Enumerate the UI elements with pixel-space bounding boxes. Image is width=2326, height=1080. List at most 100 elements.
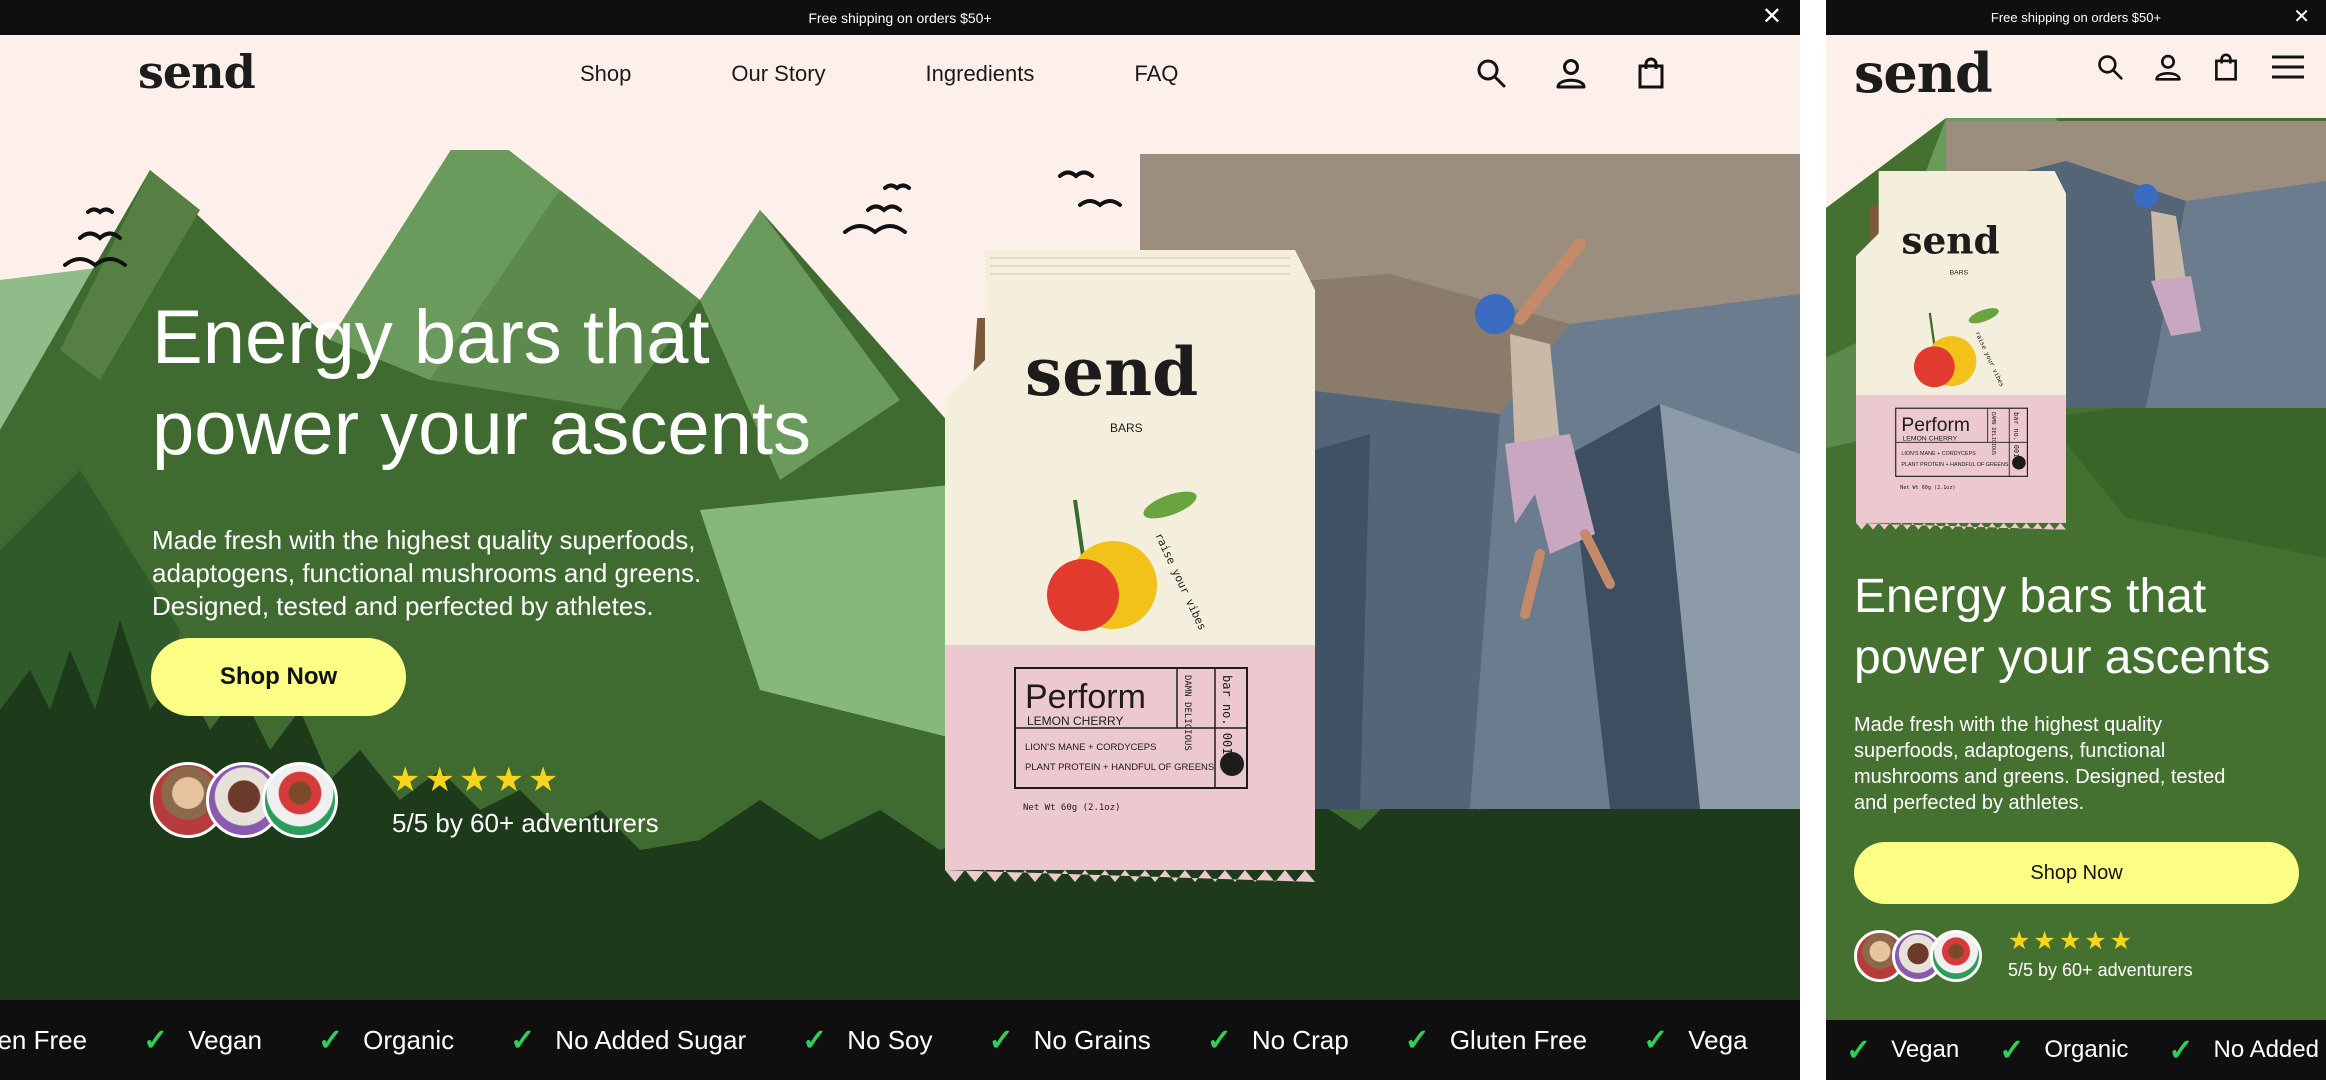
site-header: send Shop Our Story Ingredients FAQ <box>0 35 1800 150</box>
check-icon: ✓ <box>1206 1023 1232 1057</box>
main-nav: Shop Our Story Ingredients FAQ <box>580 61 1178 87</box>
ticker-label: No Grains <box>1033 1024 1151 1055</box>
check-icon: ✓ <box>317 1023 344 1057</box>
check-icon: ✓ <box>143 1023 169 1057</box>
ticker-item: ✓ Vega <box>1643 1023 1747 1058</box>
pack-weight: Net Wt 60g (2.1oz) <box>1023 803 1121 813</box>
mobile-view: Free shipping on orders $50+ ✕ send send… <box>1826 0 2326 1080</box>
hero-title: Energy bars that power your ascents <box>1854 570 2271 685</box>
check-icon: ✓ <box>988 1023 1014 1057</box>
pack-name: Perform <box>1901 415 1970 436</box>
ticker-item: ✓ No Crap <box>1207 1023 1349 1058</box>
pack-batch: bar no. 001 <box>1220 675 1234 754</box>
hero-title: Energy bars that power your ascents <box>152 295 811 472</box>
announcement-text: Free shipping on orders $50+ <box>1990 10 2162 25</box>
ticker-label: No Soy <box>847 1024 933 1055</box>
check-icon: ✓ <box>1999 1033 2025 1067</box>
pack-name: Perform <box>1025 678 1146 716</box>
ticker-item: luten Free <box>0 1023 87 1058</box>
product-pack: send BARS raise your vibes Perform LEMON… <box>945 250 1315 882</box>
pack-batch: bar no. 001 <box>2012 412 2020 457</box>
logo[interactable]: send <box>138 45 256 99</box>
avatar <box>1930 930 1982 982</box>
ticker-label: No Added <box>2213 1036 2319 1063</box>
announcement-text: Free shipping on orders $50+ <box>808 9 992 26</box>
check-icon: ✓ <box>2168 1033 2194 1067</box>
pack-bars-label: BARS <box>1110 421 1143 435</box>
ticker-item: ✓ Organic <box>318 1023 454 1058</box>
bag-icon[interactable] <box>2212 53 2240 81</box>
nav-shop[interactable]: Shop <box>580 61 631 87</box>
pack-side-text: DAMN DELICIOUS <box>1990 412 1996 455</box>
shop-now-button[interactable]: Shop Now <box>1854 842 2299 904</box>
pack-bars-label: BARS <box>1950 269 1969 276</box>
pack-ingredients-2: PLANT PROTEIN + HANDFUL OF GREENS <box>1025 762 1214 773</box>
ticker-item: ✓ No Added <box>2168 1033 2319 1068</box>
header-icons <box>1475 57 1667 89</box>
ticker-item: ✓ No Added Sugar <box>510 1023 746 1058</box>
rating-text: 5/5 by 60+ adventurers <box>2008 960 2193 980</box>
ticker-label: Vegan <box>1891 1036 1960 1063</box>
ticker-label: No Added Sugar <box>555 1024 747 1055</box>
ticker-label: Vegan <box>188 1024 262 1055</box>
ticker-label: No Crap <box>1251 1024 1349 1055</box>
rating-stars: ★★★★★ <box>390 761 563 799</box>
ticker-item: ✓ Organic <box>1999 1033 2128 1068</box>
close-icon[interactable]: ✕ <box>2293 5 2310 29</box>
ticker-label: Vega <box>1688 1024 1748 1055</box>
ticker-item: ✓ Gluten Free <box>1405 1023 1587 1058</box>
close-icon[interactable]: ✕ <box>1762 5 1782 29</box>
avatar <box>262 762 338 838</box>
bag-icon[interactable] <box>1635 57 1667 89</box>
nav-faq[interactable]: FAQ <box>1134 61 1178 87</box>
announcement-bar: Free shipping on orders $50+ ✕ <box>1826 0 2326 35</box>
pack-logo: send <box>1901 218 1999 262</box>
announcement-bar: Free shipping on orders $50+ ✕ <box>0 0 1800 35</box>
ticker-item: ✓ Vegan <box>1846 1033 1959 1068</box>
hero-subtitle: Made fresh with the highest quality supe… <box>152 525 702 622</box>
check-icon: ✓ <box>1404 1023 1430 1057</box>
ticker-item: ✓ No Grains <box>989 1023 1151 1058</box>
reviewer-avatars <box>150 762 338 838</box>
ticker-track: ✓ Vegan ✓ Organic ✓ No Added <box>1846 1033 2326 1068</box>
header-icons <box>2096 53 2306 81</box>
desktop-view: Free shipping on orders $50+ ✕ send Shop… <box>0 0 1800 1080</box>
search-icon[interactable] <box>2096 53 2124 81</box>
search-icon[interactable] <box>1475 57 1507 89</box>
pack-ingredients-1: LION'S MANE + CORDYCEPS <box>1901 451 1976 457</box>
nav-our-story[interactable]: Our Story <box>731 61 825 87</box>
pack-logo: send <box>1025 333 1198 411</box>
pack-weight: Net Wt 60g (2.1oz) <box>1900 485 1955 491</box>
ticker-label: luten Free <box>0 1024 88 1055</box>
pack-ingredients-2: PLANT PROTEIN + HANDFUL OF GREENS <box>1901 462 2008 468</box>
check-icon: ✓ <box>802 1023 828 1057</box>
logo[interactable]: send <box>1854 41 1993 105</box>
ticker-item: ✓ Vegan <box>143 1023 262 1058</box>
rating-text: 5/5 by 60+ adventurers <box>392 808 659 838</box>
check-icon: ✓ <box>510 1023 536 1057</box>
user-icon[interactable] <box>2154 53 2182 81</box>
pack-side-text: DAMN DELICIOUS <box>1182 675 1192 751</box>
check-icon: ✓ <box>1846 1033 1872 1067</box>
pack-flavor: LEMON CHERRY <box>1027 714 1123 728</box>
benefits-ticker: ✓ Vegan ✓ Organic ✓ No Added <box>1826 1020 2326 1080</box>
check-icon: ✓ <box>1643 1023 1669 1057</box>
ticker-label: Organic <box>2044 1036 2129 1063</box>
pack-ingredients-1: LION'S MANE + CORDYCEPS <box>1025 742 1156 753</box>
ticker-label: Organic <box>363 1024 455 1055</box>
pack-flavor: LEMON CHERRY <box>1903 436 1958 443</box>
rating-stars: ★★★★★ <box>2008 927 2136 955</box>
site-header: send <box>1826 35 2326 118</box>
shop-now-button[interactable]: Shop Now <box>151 638 406 716</box>
product-pack: send BARS raise your vibes Perform LEMON… <box>1856 170 2066 530</box>
hamburger-icon[interactable] <box>2270 53 2306 81</box>
ticker-track: luten Free✓Vegan✓Organic✓No Added Sugar✓… <box>0 1023 1800 1058</box>
ticker-label: Gluten Free <box>1449 1024 1588 1055</box>
ticker-item: ✓ No Soy <box>802 1023 932 1058</box>
nav-ingredients[interactable]: Ingredients <box>926 61 1035 87</box>
benefits-ticker: luten Free✓Vegan✓Organic✓No Added Sugar✓… <box>0 1000 1800 1080</box>
user-icon[interactable] <box>1555 57 1587 89</box>
reviewer-avatars <box>1854 930 1982 982</box>
hero-section: send BARS raise your vibes Perform LEMON… <box>0 150 1800 1000</box>
hero-subtitle: Made fresh with the highest quality supe… <box>1854 714 2226 814</box>
